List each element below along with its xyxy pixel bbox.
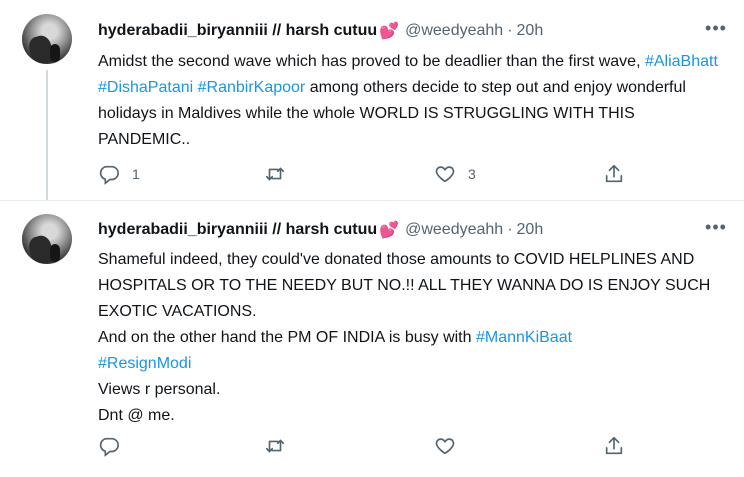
hashtag-link[interactable]: #AliaBhatt [645, 53, 718, 70]
like-button[interactable] [434, 435, 468, 457]
avatar[interactable] [22, 14, 72, 64]
tweet[interactable]: hyderabadii_biryanniii // harsh cutuu 💕 … [0, 200, 744, 477]
like-button[interactable]: 3 [434, 163, 476, 185]
tweet-text-part: Amidst the second wave which has proved … [98, 53, 645, 70]
share-button[interactable] [603, 435, 625, 457]
reply-count: 1 [132, 166, 140, 182]
hashtag-link[interactable]: #MannKiBaat [476, 329, 572, 346]
more-icon[interactable]: ••• [704, 217, 728, 237]
share-icon [605, 164, 623, 183]
user-handle[interactable]: @weedyeahh [405, 221, 503, 239]
tweet-text: Amidst the second wave which has proved … [98, 49, 728, 153]
tweet-text: Shameful indeed, they could've donated t… [98, 247, 728, 429]
user-handle[interactable]: @weedyeahh [405, 22, 503, 40]
share-button[interactable] [603, 163, 625, 185]
retweet-icon [265, 167, 285, 181]
tweet-text-line: Shameful indeed, they could've donated t… [98, 251, 711, 320]
tweet-thread: hyderabadii_biryanniii // harsh cutuu 💕 … [0, 0, 744, 476]
retweet-button[interactable] [264, 163, 298, 185]
reply-icon [99, 437, 119, 457]
tweet-text-line: Dnt @ me. [98, 407, 175, 424]
display-name[interactable]: hyderabadii_biryanniii // harsh cutuu [98, 22, 377, 40]
reply-button[interactable] [98, 435, 132, 457]
tweet-text-line: #ResignModi [98, 351, 728, 377]
reply-icon [99, 165, 119, 185]
tweet-header: hyderabadii_biryanniii // harsh cutuu 💕 … [98, 20, 543, 42]
separator-dot: · [507, 22, 513, 39]
retweet-icon [265, 439, 285, 453]
thread-connector-line [46, 70, 48, 200]
timestamp[interactable]: 20h [517, 22, 544, 40]
share-icon [605, 436, 623, 455]
display-name[interactable]: hyderabadii_biryanniii // harsh cutuu [98, 221, 377, 239]
avatar[interactable] [22, 214, 72, 264]
more-icon[interactable]: ••• [704, 18, 728, 38]
tweet-text-line: Views r personal. [98, 381, 221, 398]
tweet-header: hyderabadii_biryanniii // harsh cutuu 💕 … [98, 219, 543, 241]
like-count: 3 [468, 166, 476, 182]
tweet-text-part: And on the other hand the PM OF INDIA is… [98, 329, 476, 346]
tweet[interactable]: hyderabadii_biryanniii // harsh cutuu 💕 … [0, 0, 744, 200]
tweet-text-line: And on the other hand the PM OF INDIA is… [98, 325, 728, 351]
hearts-emoji: 💕 [379, 23, 400, 40]
like-icon [435, 166, 455, 183]
retweet-button[interactable] [264, 435, 298, 457]
separator-dot: · [507, 221, 513, 238]
tweet-actions [98, 434, 638, 458]
hearts-emoji: 💕 [379, 222, 400, 239]
timestamp[interactable]: 20h [517, 221, 544, 239]
tweet-actions: 1 3 [98, 162, 638, 186]
hashtag-link[interactable]: #RanbirKapoor [198, 79, 306, 96]
reply-button[interactable]: 1 [98, 163, 140, 185]
like-icon [435, 438, 455, 455]
hashtag-link[interactable]: #DishaPatani [98, 79, 193, 96]
hashtag-link[interactable]: #ResignModi [98, 355, 191, 372]
